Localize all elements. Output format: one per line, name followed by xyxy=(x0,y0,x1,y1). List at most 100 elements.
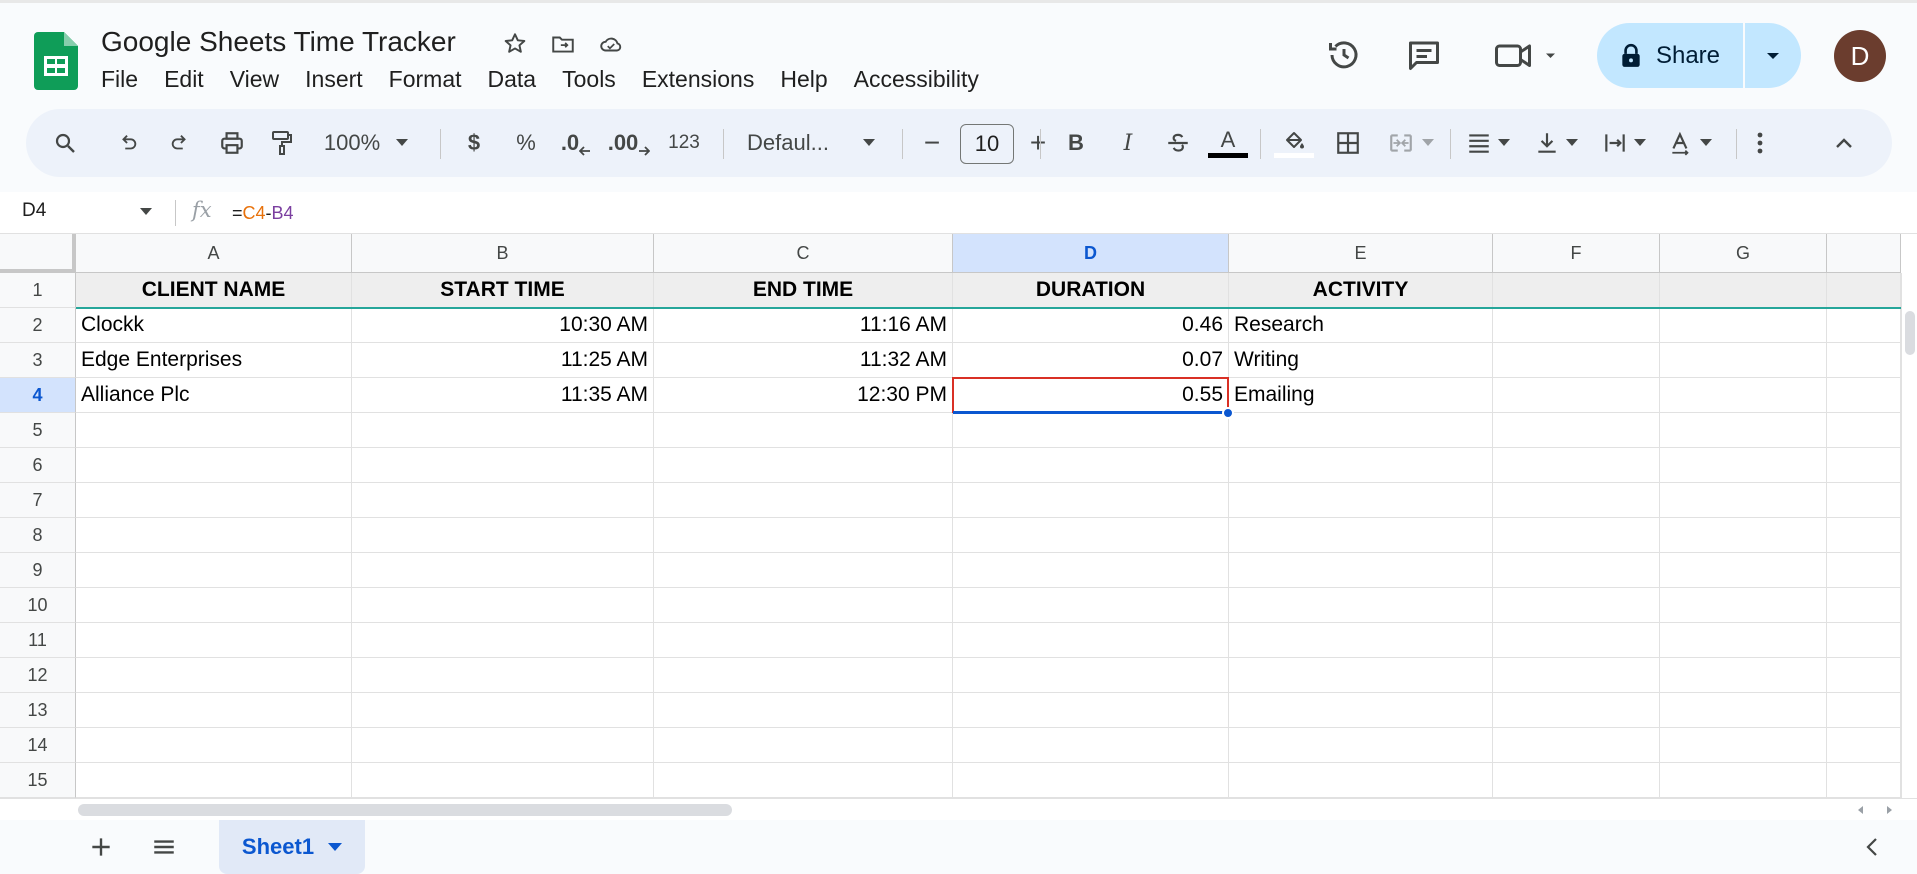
cell-a8[interactable] xyxy=(76,518,352,553)
cell-c7[interactable] xyxy=(654,483,953,518)
sheets-logo-icon[interactable] xyxy=(34,32,78,90)
formula-input[interactable]: =C4-B4 xyxy=(232,203,294,224)
cell-b7[interactable] xyxy=(352,483,654,518)
row-header-13[interactable]: 13 xyxy=(0,693,76,728)
italic-button[interactable]: I xyxy=(1106,109,1150,177)
share-dropdown-button[interactable] xyxy=(1745,23,1801,88)
cell-c14[interactable] xyxy=(654,728,953,763)
version-history-icon[interactable] xyxy=(1324,35,1364,75)
row-header-8[interactable]: 8 xyxy=(0,518,76,553)
cell-c8[interactable] xyxy=(654,518,953,553)
cell-x1[interactable] xyxy=(1827,273,1901,308)
cell-c9[interactable] xyxy=(654,553,953,588)
cell-f15[interactable] xyxy=(1493,763,1660,798)
format-currency-button[interactable]: $ xyxy=(454,109,494,177)
cell-b3[interactable]: 11:25 AM xyxy=(352,343,654,378)
search-menus-icon[interactable] xyxy=(44,109,86,177)
cell-g2[interactable] xyxy=(1660,308,1827,343)
menu-file[interactable]: File xyxy=(88,63,151,96)
more-formats-button[interactable]: 123 xyxy=(660,109,708,177)
cell-x7[interactable] xyxy=(1827,483,1901,518)
cell-f4[interactable] xyxy=(1493,378,1660,413)
cell-f6[interactable] xyxy=(1493,448,1660,483)
menu-insert[interactable]: Insert xyxy=(292,63,376,96)
cell-c11[interactable] xyxy=(654,623,953,658)
cell-b14[interactable] xyxy=(352,728,654,763)
cell-b6[interactable] xyxy=(352,448,654,483)
cell-g11[interactable] xyxy=(1660,623,1827,658)
cell-f3[interactable] xyxy=(1493,343,1660,378)
cell-e5[interactable] xyxy=(1229,413,1493,448)
scroll-right-icon[interactable] xyxy=(1884,805,1894,815)
cell-b5[interactable] xyxy=(352,413,654,448)
format-percent-button[interactable]: % xyxy=(506,109,546,177)
paint-format-icon[interactable] xyxy=(264,109,300,177)
menu-view[interactable]: View xyxy=(217,63,292,96)
cell-d3[interactable]: 0.07 xyxy=(953,343,1229,378)
all-sheets-icon[interactable] xyxy=(150,834,180,860)
column-header-a[interactable]: A xyxy=(76,234,352,273)
cell-b9[interactable] xyxy=(352,553,654,588)
cell-g5[interactable] xyxy=(1660,413,1827,448)
cell-c6[interactable] xyxy=(654,448,953,483)
cell-x5[interactable] xyxy=(1827,413,1901,448)
avatar[interactable]: D xyxy=(1834,30,1886,82)
borders-icon[interactable] xyxy=(1326,109,1370,177)
cell-d10[interactable] xyxy=(953,588,1229,623)
row-header-1[interactable]: 1 xyxy=(0,273,76,308)
increase-decimal-button[interactable]: .00 xyxy=(604,109,654,177)
cell-e14[interactable] xyxy=(1229,728,1493,763)
name-box[interactable]: D4 xyxy=(22,200,46,222)
cell-g1[interactable] xyxy=(1660,273,1827,308)
cell-a15[interactable] xyxy=(76,763,352,798)
column-header-b[interactable]: B xyxy=(352,234,654,273)
cell-a9[interactable] xyxy=(76,553,352,588)
font-select[interactable]: Defaul... xyxy=(734,109,888,177)
star-icon[interactable] xyxy=(500,29,530,59)
row-header-4[interactable]: 4 xyxy=(0,378,76,413)
cell-e8[interactable] xyxy=(1229,518,1493,553)
increase-font-size-button[interactable]: + xyxy=(1018,109,1058,177)
cloud-saved-icon[interactable] xyxy=(596,29,626,59)
menu-format[interactable]: Format xyxy=(376,63,475,96)
cell-d1[interactable]: DURATION xyxy=(953,273,1229,308)
cell-f13[interactable] xyxy=(1493,693,1660,728)
cell-c2[interactable]: 11:16 AM xyxy=(654,308,953,343)
cell-g7[interactable] xyxy=(1660,483,1827,518)
undo-icon[interactable] xyxy=(110,109,146,177)
horizontal-scrollbar[interactable] xyxy=(0,798,1917,820)
cell-a14[interactable] xyxy=(76,728,352,763)
cell-d4[interactable]: 0.55 xyxy=(953,378,1229,413)
bold-button[interactable]: B xyxy=(1054,109,1098,177)
column-header-g[interactable]: G xyxy=(1660,234,1827,273)
cell-b15[interactable] xyxy=(352,763,654,798)
cell-e6[interactable] xyxy=(1229,448,1493,483)
row-header-9[interactable]: 9 xyxy=(0,553,76,588)
menu-accessibility[interactable]: Accessibility xyxy=(841,63,992,96)
cell-d8[interactable] xyxy=(953,518,1229,553)
cell-x14[interactable] xyxy=(1827,728,1901,763)
cell-c15[interactable] xyxy=(654,763,953,798)
column-header-blank[interactable] xyxy=(1827,234,1901,273)
cell-f11[interactable] xyxy=(1493,623,1660,658)
vertical-align-icon[interactable] xyxy=(1526,109,1586,177)
cell-d11[interactable] xyxy=(953,623,1229,658)
cell-b10[interactable] xyxy=(352,588,654,623)
cell-d13[interactable] xyxy=(953,693,1229,728)
cell-f9[interactable] xyxy=(1493,553,1660,588)
column-header-f[interactable]: F xyxy=(1493,234,1660,273)
cell-c12[interactable] xyxy=(654,658,953,693)
cell-a2[interactable]: Clockk xyxy=(76,308,352,343)
cell-e2[interactable]: Research xyxy=(1229,308,1493,343)
cell-a11[interactable] xyxy=(76,623,352,658)
vertical-scrollbar[interactable] xyxy=(1901,273,1917,798)
menu-data[interactable]: Data xyxy=(475,63,550,96)
cell-f10[interactable] xyxy=(1493,588,1660,623)
row-header-5[interactable]: 5 xyxy=(0,413,76,448)
cell-x15[interactable] xyxy=(1827,763,1901,798)
cell-d15[interactable] xyxy=(953,763,1229,798)
cell-a3[interactable]: Edge Enterprises xyxy=(76,343,352,378)
cell-x8[interactable] xyxy=(1827,518,1901,553)
cell-b1[interactable]: START TIME xyxy=(352,273,654,308)
add-sheet-icon[interactable] xyxy=(88,834,114,860)
